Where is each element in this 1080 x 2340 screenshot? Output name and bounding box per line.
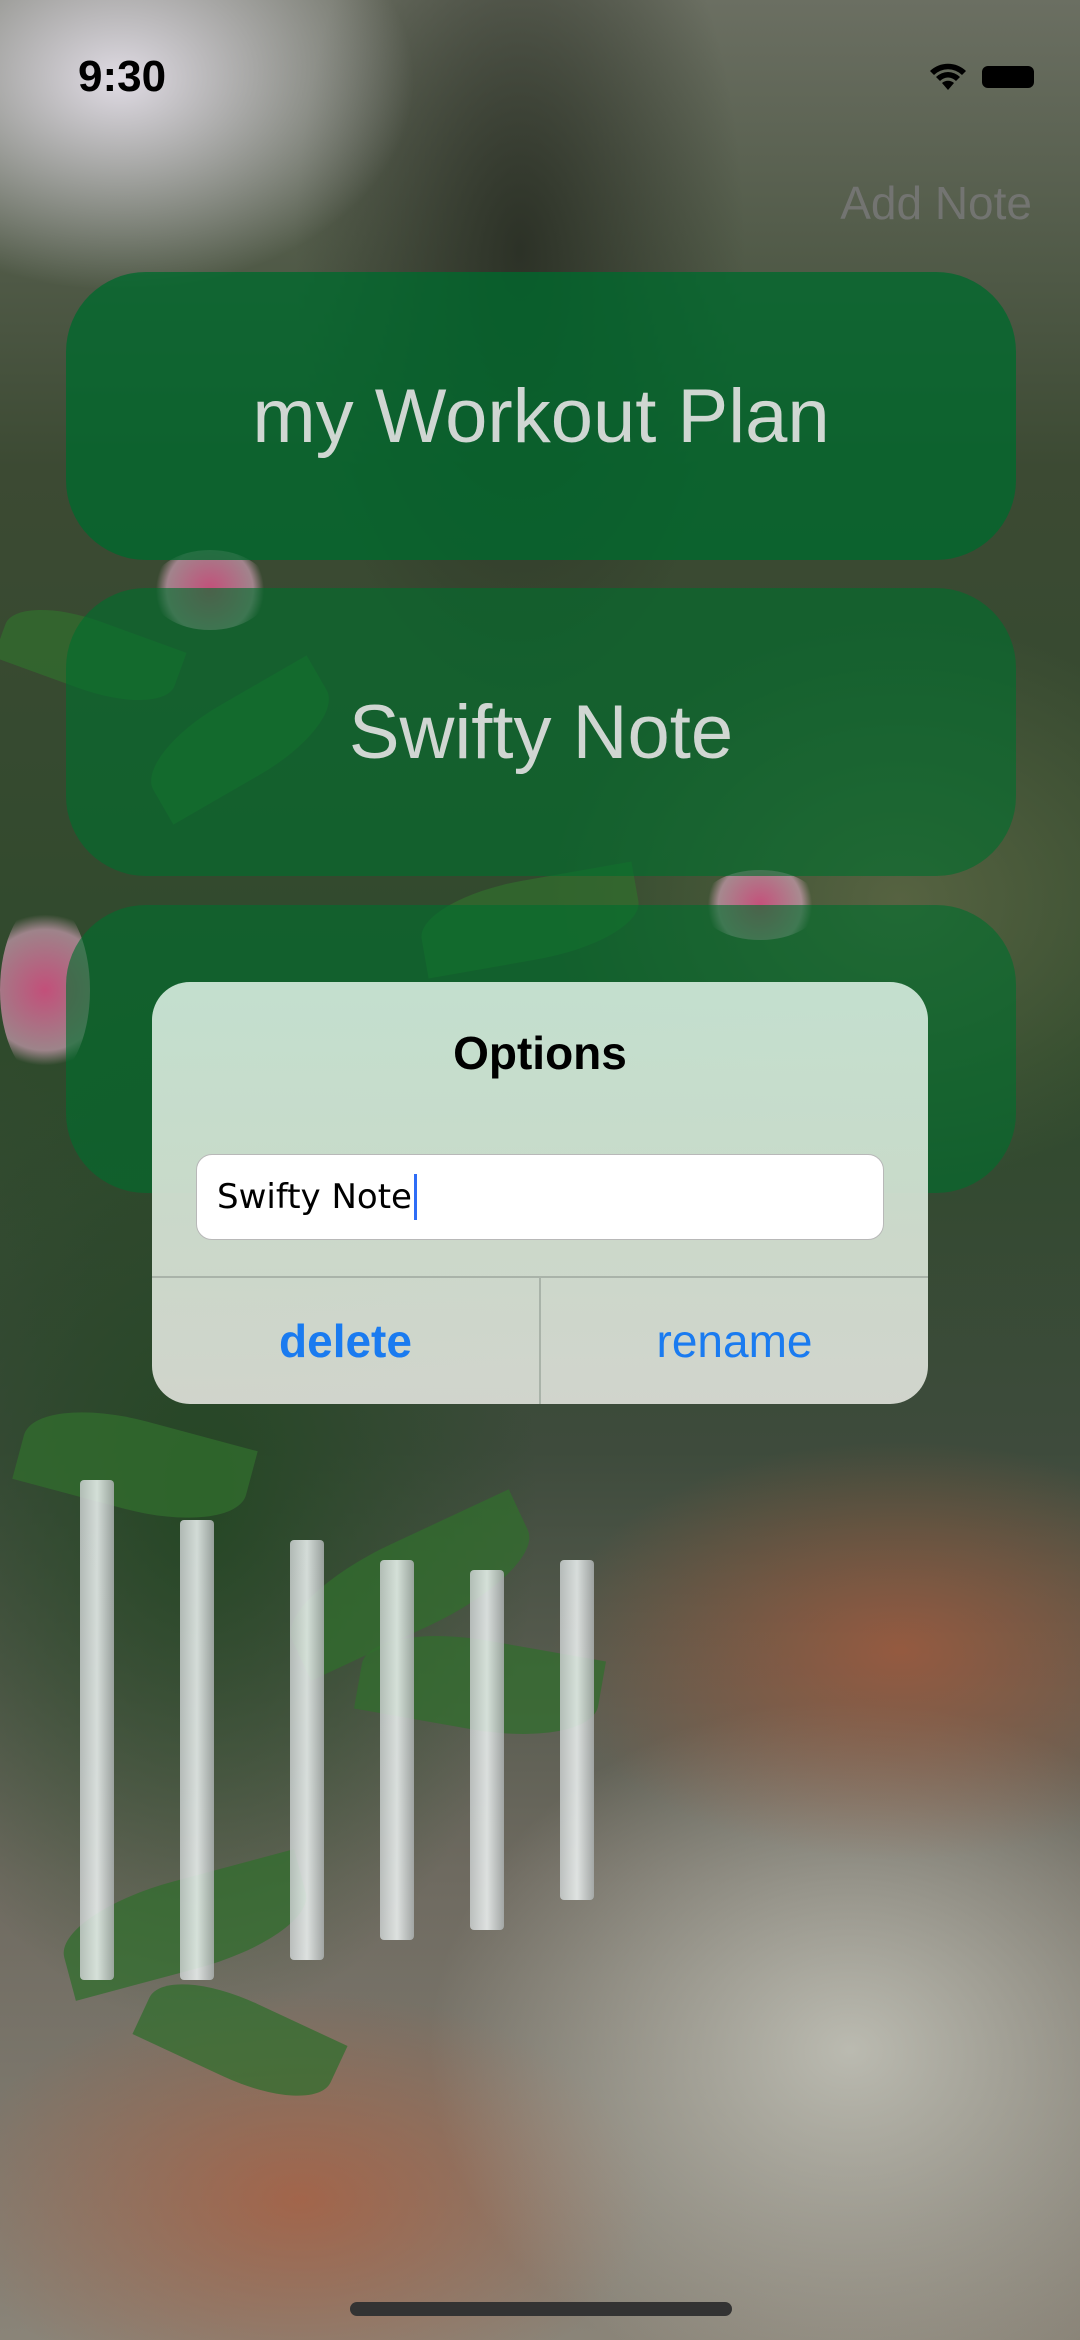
- status-icons: [928, 62, 1034, 92]
- fence-post: [470, 1570, 504, 1930]
- battery-icon: [982, 66, 1034, 88]
- fence-post: [80, 1480, 114, 1980]
- leaf-decoration: [132, 1961, 348, 2119]
- fence-post: [380, 1560, 414, 1940]
- status-bar: 9:30: [0, 0, 1080, 150]
- delete-button[interactable]: delete: [152, 1278, 539, 1404]
- wifi-icon: [928, 62, 968, 92]
- home-indicator[interactable]: [350, 2302, 732, 2316]
- text-caret: [413, 1174, 417, 1220]
- fence-post: [560, 1560, 594, 1900]
- note-card[interactable]: my Workout Plan: [66, 272, 1016, 560]
- leaf-decoration: [12, 1391, 258, 1539]
- rename-button[interactable]: rename: [541, 1278, 928, 1404]
- note-title: my Workout Plan: [252, 373, 830, 459]
- status-time: 9:30: [78, 52, 167, 101]
- rename-input[interactable]: Swifty Note: [196, 1154, 884, 1240]
- fence-post: [180, 1520, 214, 1980]
- options-dialog: Options Swifty Note delete rename: [152, 982, 928, 1404]
- dialog-title: Options: [453, 1027, 627, 1079]
- add-note-button[interactable]: Add Note: [840, 176, 1032, 230]
- note-card[interactable]: Swifty Note: [66, 588, 1016, 876]
- rename-input-value: Swifty Note: [217, 1177, 412, 1217]
- note-title: Swifty Note: [348, 689, 734, 775]
- fence-post: [290, 1540, 324, 1960]
